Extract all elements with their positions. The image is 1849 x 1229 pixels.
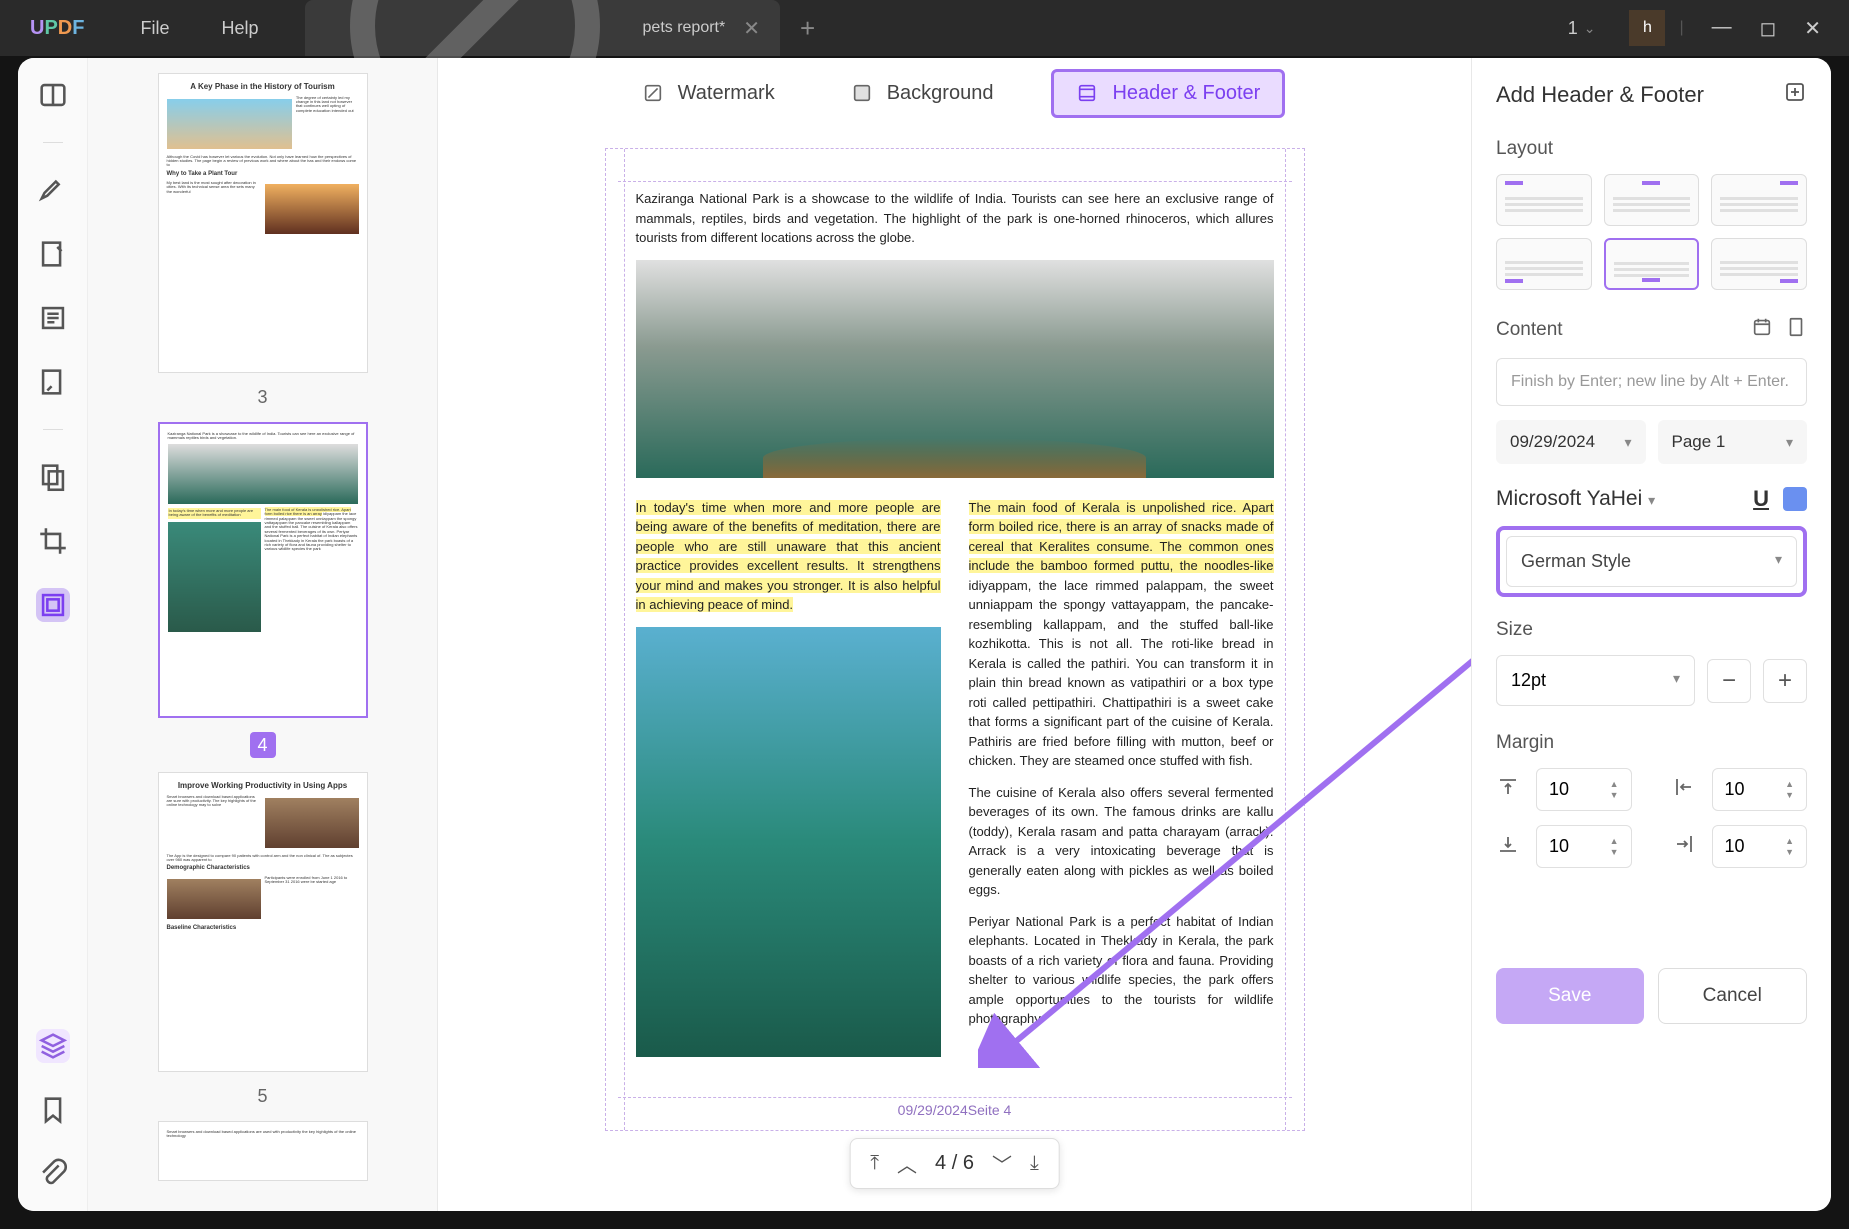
zoom-indicator[interactable]: 1⌄ <box>1548 18 1616 39</box>
header-footer-panel: Add Header & Footer Layout Content Finis… <box>1471 58 1831 1211</box>
app-logo: UPDF <box>0 17 114 40</box>
thumb-num-3: 3 <box>257 387 267 408</box>
reader-tool-icon[interactable] <box>36 78 70 112</box>
layout-option-1[interactable] <box>1496 174 1592 226</box>
form-tool-icon[interactable] <box>36 301 70 335</box>
layout-option-5[interactable] <box>1604 238 1700 290</box>
margin-bottom-input[interactable]: 10▲▼ <box>1536 825 1632 868</box>
page-insert-icon[interactable] <box>1785 316 1807 344</box>
title-bar: UPDF File Help pets report* ✕ + 1⌄ h | —… <box>0 0 1849 56</box>
margin-left-icon <box>1672 775 1700 805</box>
layout-option-6[interactable] <box>1711 238 1807 290</box>
layout-label: Layout <box>1496 138 1807 160</box>
highlight-tool-icon[interactable] <box>36 173 70 207</box>
close-icon[interactable]: ✕ <box>1804 16 1821 41</box>
document-page: Kaziranga National Park is a showcase to… <box>605 148 1305 1131</box>
margin-left-input[interactable]: 10▲▼ <box>1712 768 1808 811</box>
page-left-column: In today's time when more and more peopl… <box>636 498 941 1057</box>
margin-right-input[interactable]: 10▲▼ <box>1712 825 1808 868</box>
canvas-area: Watermark Background Header & Footer Kaz… <box>438 58 1471 1211</box>
page-view[interactable]: Kaziranga National Park is a showcase to… <box>438 128 1471 1211</box>
thumbnail-page-3[interactable]: A Key Phase in the History of Tourism Th… <box>158 73 368 373</box>
document-tab[interactable]: pets report* ✕ <box>305 0 780 56</box>
color-swatch[interactable] <box>1783 487 1807 511</box>
menu-help[interactable]: Help <box>195 18 284 39</box>
underline-button[interactable]: U <box>1753 486 1769 512</box>
watermark-button[interactable]: Watermark <box>624 74 793 113</box>
thumb-num-5: 5 <box>257 1086 267 1107</box>
crop-tool-icon[interactable] <box>36 524 70 558</box>
page-tools-icon[interactable] <box>36 588 70 622</box>
page-left-image <box>636 627 941 1057</box>
style-dropdown-highlight: German Style▾ <box>1496 526 1807 597</box>
tab-close-icon[interactable]: ✕ <box>743 16 760 41</box>
last-page-icon[interactable]: ⤓ <box>1030 1152 1039 1175</box>
thumbnail-page-6[interactable]: Smart browsers and download based applic… <box>158 1121 368 1181</box>
tab-title: pets report* <box>643 19 726 37</box>
page-hero-image <box>636 260 1274 478</box>
content-label: Content <box>1496 319 1563 341</box>
layout-option-4[interactable] <box>1496 238 1592 290</box>
thumb-num-4: 4 <box>250 732 276 758</box>
bookmark-icon[interactable] <box>36 1093 70 1127</box>
content-input[interactable]: Finish by Enter; new line by Alt + Enter… <box>1496 358 1807 406</box>
date-format-select[interactable]: 09/29/2024▾ <box>1496 420 1646 464</box>
margin-top-input[interactable]: 10▲▼ <box>1536 768 1632 811</box>
date-insert-icon[interactable] <box>1751 316 1773 344</box>
new-tab-button[interactable]: + <box>800 13 815 44</box>
thumbnail-page-5[interactable]: Improve Working Productivity in Using Ap… <box>158 772 368 1072</box>
page-format-select[interactable]: Page 1▾ <box>1658 420 1808 464</box>
layers-icon[interactable] <box>36 1029 70 1063</box>
save-template-icon[interactable] <box>1783 80 1807 110</box>
page-intro-text: Kaziranga National Park is a showcase to… <box>636 189 1274 248</box>
thumbnail-panel[interactable]: A Key Phase in the History of Tourism Th… <box>88 58 438 1211</box>
edit-tool-icon[interactable] <box>36 237 70 271</box>
size-select[interactable]: 12pt▾ <box>1496 655 1695 706</box>
size-increase-button[interactable]: + <box>1763 659 1807 703</box>
style-select[interactable]: German Style▾ <box>1506 536 1797 587</box>
first-page-icon[interactable]: ⤒ <box>870 1152 879 1175</box>
page-right-column: The main food of Kerala is unpolished ri… <box>969 498 1274 1057</box>
page-footer-text: 09/29/2024Seite 4 <box>606 1102 1304 1118</box>
prev-page-icon[interactable]: ︿ <box>897 1149 917 1178</box>
cancel-button[interactable]: Cancel <box>1658 968 1808 1024</box>
minimize-icon[interactable]: — <box>1712 16 1732 41</box>
next-page-icon[interactable]: ﹀ <box>992 1149 1012 1178</box>
thumbnail-page-4[interactable]: Kaziranga National Park is a showcase to… <box>158 422 368 718</box>
panel-title: Add Header & Footer <box>1496 82 1704 108</box>
layout-option-3[interactable] <box>1711 174 1807 226</box>
attachment-icon[interactable] <box>36 1157 70 1191</box>
background-button[interactable]: Background <box>833 74 1012 113</box>
layout-option-2[interactable] <box>1604 174 1700 226</box>
left-tool-rail <box>18 58 88 1211</box>
maximize-icon[interactable]: ◻ <box>1760 16 1777 41</box>
font-select[interactable]: Microsoft YaHei ▾ <box>1496 487 1753 511</box>
thumb-3-title: A Key Phase in the History of Tourism <box>167 82 359 92</box>
organize-tool-icon[interactable] <box>36 460 70 494</box>
page-navigator: ⤒ ︿ 4 / 6 ﹀ ⤓ <box>849 1138 1060 1189</box>
size-decrease-button[interactable]: − <box>1707 659 1751 703</box>
size-label: Size <box>1496 619 1807 641</box>
menu-file[interactable]: File <box>114 18 195 39</box>
margin-bottom-icon <box>1496 832 1524 862</box>
header-footer-button[interactable]: Header & Footer <box>1051 69 1285 118</box>
user-avatar[interactable]: h <box>1629 10 1665 46</box>
fill-tool-icon[interactable] <box>36 365 70 399</box>
window-controls: — ◻ ✕ <box>1684 16 1849 41</box>
save-button[interactable]: Save <box>1496 968 1644 1024</box>
margin-top-icon <box>1496 775 1524 805</box>
margin-right-icon <box>1672 832 1700 862</box>
layout-grid <box>1496 174 1807 290</box>
page-indicator: 4 / 6 <box>935 1152 974 1175</box>
workspace: A Key Phase in the History of Tourism Th… <box>18 58 1831 1211</box>
page-tools-toolbar: Watermark Background Header & Footer <box>438 58 1471 128</box>
margin-label: Margin <box>1496 732 1807 754</box>
thumb-5-title: Improve Working Productivity in Using Ap… <box>167 781 359 791</box>
